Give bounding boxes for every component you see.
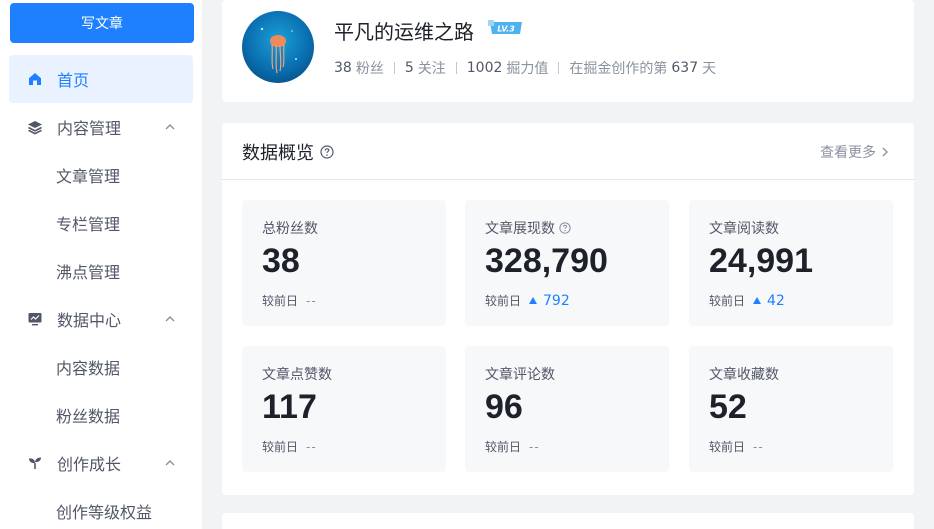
followers-count: 38 bbox=[334, 60, 352, 76]
metric-delta: 42 bbox=[753, 293, 785, 309]
metric-article-reads[interactable]: 文章阅读数 24,991 较前日 42 bbox=[689, 200, 893, 326]
profile-card: 平凡的运维之路 LV.3 38 粉丝 5 关注 1002 掘力值 在掘金创作的第… bbox=[222, 0, 914, 102]
metric-label: 文章评论数 bbox=[485, 367, 555, 383]
home-icon bbox=[27, 71, 43, 87]
sidebar-item-label: 创作成长 bbox=[57, 455, 122, 474]
metric-compare: 较前日 42 bbox=[709, 292, 785, 309]
metric-compare: 较前日 -- bbox=[262, 438, 317, 455]
compare-label: 较前日 bbox=[485, 440, 522, 454]
view-more-link[interactable]: 查看更多 bbox=[820, 142, 892, 162]
sprout-icon bbox=[27, 455, 43, 471]
metric-article-impressions[interactable]: 文章展现数 328,790 较前日 792 bbox=[465, 200, 669, 326]
metric-compare: 较前日 -- bbox=[262, 292, 317, 309]
view-more-label: 查看更多 bbox=[820, 145, 876, 161]
sidebar-item-label: 数据中心 bbox=[57, 311, 122, 330]
metric-article-comments[interactable]: 文章评论数 96 较前日 -- bbox=[465, 346, 669, 472]
svg-text:LV.3: LV.3 bbox=[497, 25, 515, 34]
metric-value: 38 bbox=[262, 242, 300, 280]
data-overview-card: 数据概览 查看更多 总粉丝数 38 较前日 -- 文章展现数 328,790 较… bbox=[222, 123, 914, 495]
metric-delta: 792 bbox=[529, 293, 570, 309]
metric-article-likes[interactable]: 文章点赞数 117 较前日 -- bbox=[242, 346, 446, 472]
divider bbox=[558, 62, 560, 74]
chevron-up-icon bbox=[165, 124, 175, 130]
sidebar-item-creator-level-benefits[interactable]: 创作等级权益 bbox=[56, 487, 152, 529]
score-count: 1002 bbox=[466, 60, 503, 76]
compare-label: 较前日 bbox=[262, 440, 299, 454]
following-count: 5 bbox=[404, 60, 414, 76]
following-label: 关注 bbox=[417, 61, 446, 77]
compare-label: 较前日 bbox=[485, 294, 522, 308]
days-count: 637 bbox=[671, 60, 699, 76]
sidebar-item-content-data[interactable]: 内容数据 bbox=[56, 343, 120, 391]
metric-delta-value: 792 bbox=[543, 292, 570, 309]
divider bbox=[455, 62, 457, 74]
sidebar-item-follower-data[interactable]: 粉丝数据 bbox=[56, 391, 120, 439]
metric-value: 96 bbox=[485, 388, 523, 426]
metric-compare: 较前日 792 bbox=[485, 292, 570, 309]
next-card bbox=[222, 513, 914, 529]
metric-total-followers[interactable]: 总粉丝数 38 较前日 -- bbox=[242, 200, 446, 326]
metric-delta: -- bbox=[753, 439, 764, 454]
metric-label: 文章展现数 bbox=[485, 218, 571, 238]
compare-label: 较前日 bbox=[709, 440, 746, 454]
trend-up-icon bbox=[753, 297, 762, 304]
days-prefix: 在掘金创作的第 bbox=[569, 61, 668, 77]
layers-icon bbox=[27, 119, 43, 135]
metric-value: 52 bbox=[709, 388, 747, 426]
metric-label: 文章点赞数 bbox=[262, 367, 332, 383]
metric-article-favorites[interactable]: 文章收藏数 52 较前日 -- bbox=[689, 346, 893, 472]
compare-label: 较前日 bbox=[709, 294, 746, 308]
metric-label: 文章收藏数 bbox=[709, 367, 779, 383]
metric-delta: -- bbox=[529, 439, 540, 454]
sidebar-item-label: 首页 bbox=[57, 71, 90, 90]
help-icon[interactable] bbox=[320, 145, 334, 159]
compare-label: 较前日 bbox=[262, 294, 299, 308]
monitor-chart-icon bbox=[27, 311, 43, 327]
sidebar-item-data-center[interactable]: 数据中心 bbox=[9, 295, 193, 343]
metric-delta-value: 42 bbox=[767, 292, 785, 309]
metric-label: 文章阅读数 bbox=[709, 221, 779, 237]
profile-stats: 38 粉丝 5 关注 1002 掘力值 在掘金创作的第 637 天 bbox=[334, 58, 716, 78]
sidebar-item-label: 内容管理 bbox=[57, 119, 122, 138]
sidebar-item-creator-growth[interactable]: 创作成长 bbox=[9, 439, 193, 487]
level-badge: LV.3 bbox=[488, 20, 522, 34]
profile-name[interactable]: 平凡的运维之路 bbox=[334, 16, 474, 45]
sidebar-item-pins-management[interactable]: 沸点管理 bbox=[56, 247, 120, 295]
divider bbox=[222, 179, 914, 180]
help-icon[interactable] bbox=[559, 222, 571, 234]
followers-label: 粉丝 bbox=[355, 61, 384, 77]
metric-value: 328,790 bbox=[485, 242, 608, 280]
write-article-button[interactable]: 写文章 bbox=[10, 3, 194, 43]
chevron-up-icon bbox=[165, 460, 175, 466]
metric-value: 117 bbox=[262, 388, 317, 426]
metric-delta: -- bbox=[306, 439, 317, 454]
metric-compare: 较前日 -- bbox=[485, 438, 540, 455]
score-label: 掘力值 bbox=[506, 61, 549, 77]
avatar[interactable] bbox=[242, 11, 314, 83]
sidebar: 写文章 首页 内容管理 文章管理 专栏管理 沸点管理 数据中心 内容数据 粉丝数… bbox=[0, 0, 202, 529]
metric-value: 24,991 bbox=[709, 242, 813, 280]
metric-delta: -- bbox=[306, 293, 317, 308]
metric-label: 总粉丝数 bbox=[262, 221, 318, 237]
divider bbox=[393, 62, 395, 74]
overview-title-text: 数据概览 bbox=[242, 143, 314, 164]
days-suffix: 天 bbox=[702, 61, 717, 77]
chevron-up-icon bbox=[165, 316, 175, 322]
chevron-right-icon bbox=[882, 147, 888, 157]
sidebar-item-column-management[interactable]: 专栏管理 bbox=[56, 199, 120, 247]
sidebar-item-home[interactable]: 首页 bbox=[9, 55, 193, 103]
sidebar-item-content-management[interactable]: 内容管理 bbox=[9, 103, 193, 151]
overview-title: 数据概览 bbox=[242, 139, 334, 165]
metric-label-text: 文章展现数 bbox=[485, 221, 555, 237]
metric-compare: 较前日 -- bbox=[709, 438, 764, 455]
trend-up-icon bbox=[529, 297, 538, 304]
sidebar-item-article-management[interactable]: 文章管理 bbox=[56, 151, 120, 199]
